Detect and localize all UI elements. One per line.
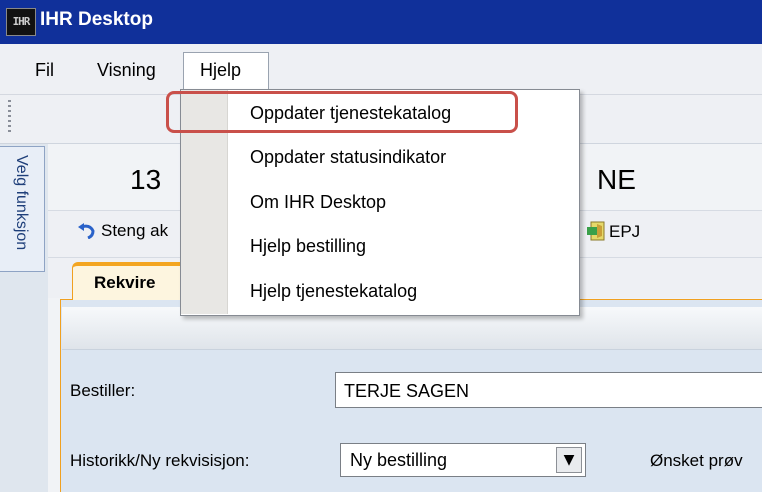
patient-heading-end: NE	[597, 164, 636, 195]
bestiller-label: Bestiller:	[70, 381, 136, 400]
historikk-label: Historikk/Ny rekvisisjon:	[70, 451, 250, 470]
menu-item-hjelp-tjenestekatalog[interactable]: Hjelp tjenestekatalog	[250, 281, 417, 302]
menu-hjelp[interactable]: Hjelp	[200, 60, 241, 81]
highlight-annotation	[166, 91, 518, 133]
historikk-value: Ny bestilling	[350, 450, 448, 470]
epj-icon	[587, 221, 605, 241]
menu-visning[interactable]: Visning	[97, 60, 156, 81]
epj-button[interactable]: EPJ	[609, 222, 640, 242]
menu-item-hjelp-bestilling[interactable]: Hjelp bestilling	[250, 236, 366, 257]
menu-item-om-ihr-desktop[interactable]: Om IHR Desktop	[250, 192, 386, 213]
menu-fil[interactable]: Fil	[35, 60, 54, 81]
close-action-button[interactable]: Steng ak	[101, 221, 168, 241]
bestiller-field[interactable]: TERJE SAGEN	[335, 372, 762, 408]
app-icon: IHR	[6, 8, 36, 36]
patient-heading-start: 13	[130, 164, 162, 195]
side-tab-velg-funksjon[interactable]: Velg funksjon	[0, 146, 45, 272]
menu-item-oppdater-statusindikator[interactable]: Oppdater statusindikator	[250, 147, 446, 168]
tab-rekvisisjon-label: Rekvire	[94, 273, 156, 292]
chevron-down-icon[interactable]: ▼	[556, 447, 582, 473]
side-tab-label: Velg funksjon	[13, 155, 30, 251]
undo-icon	[78, 223, 95, 239]
window-title: IHR Desktop	[40, 9, 153, 30]
onsket-label: Ønsket prøv	[650, 451, 743, 470]
toolstrip-grip[interactable]	[8, 100, 11, 134]
